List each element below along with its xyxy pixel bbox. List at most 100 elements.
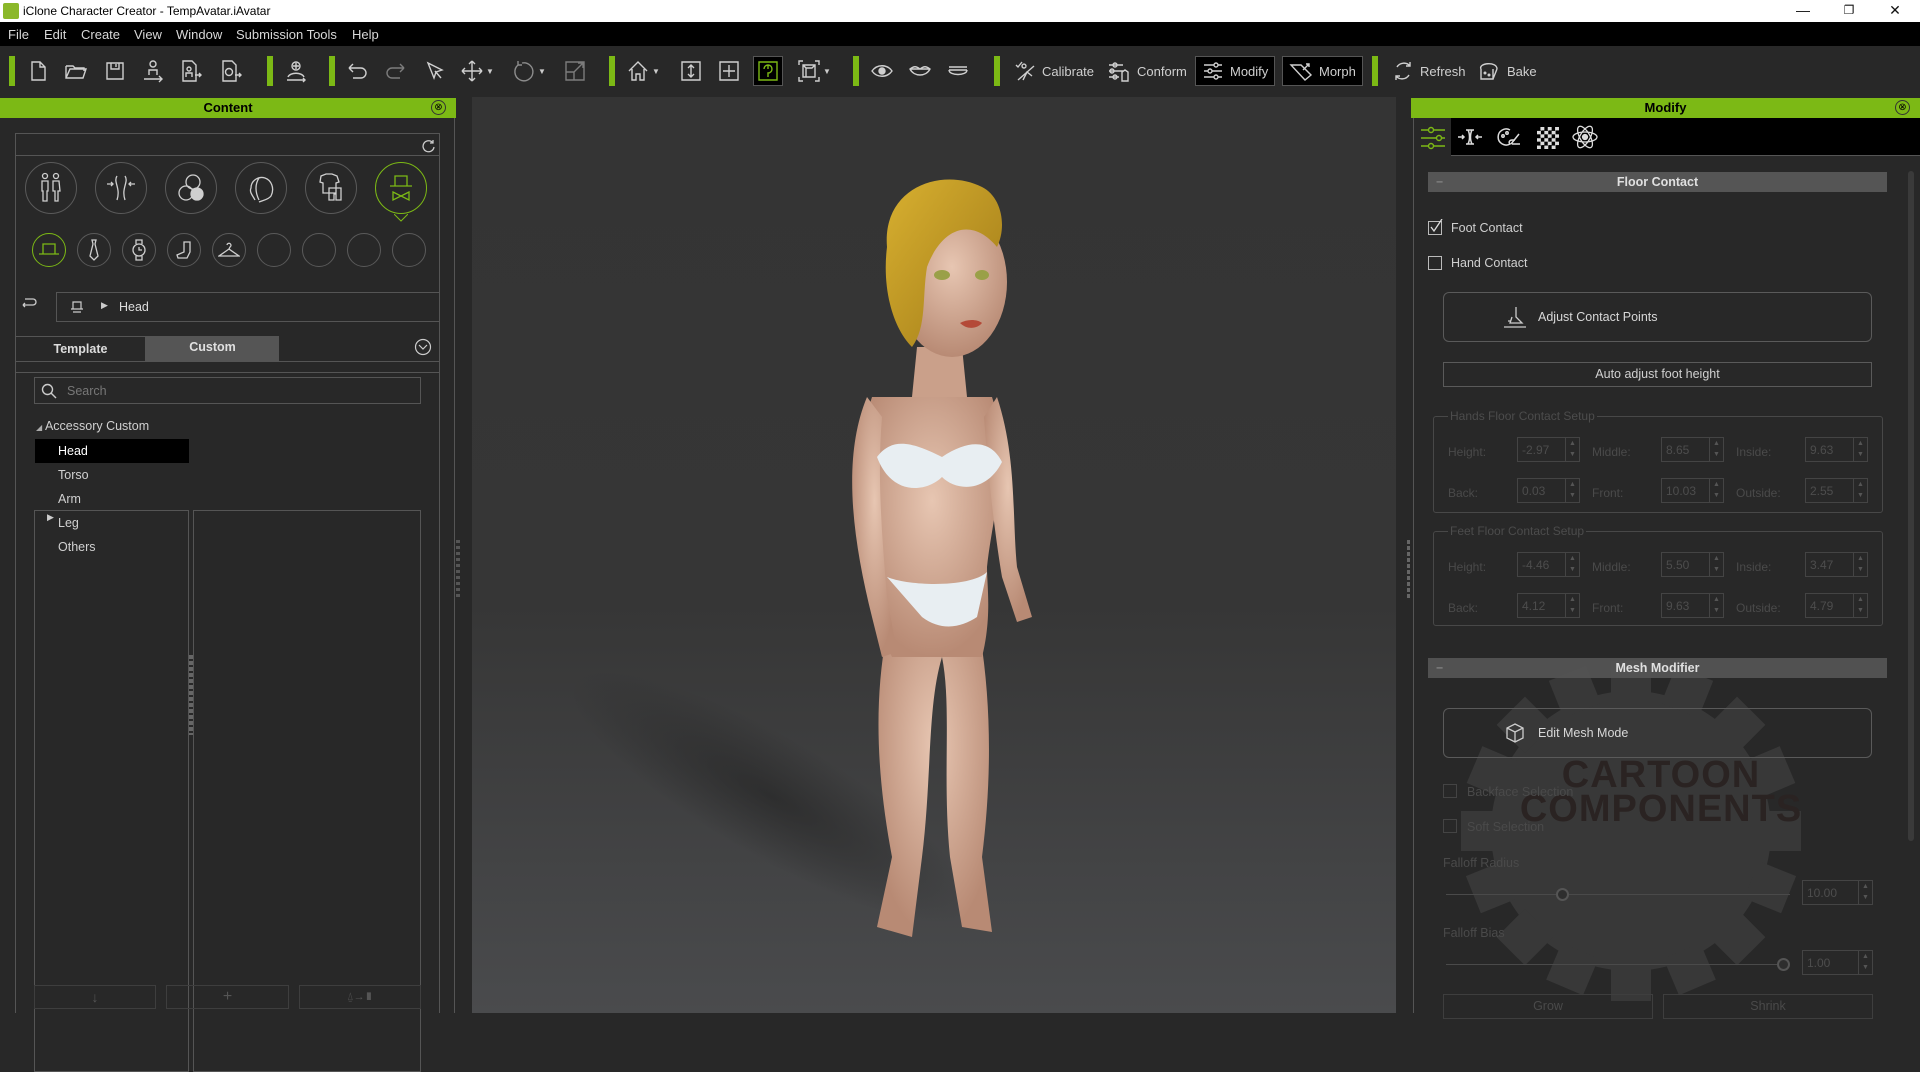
new-file-button[interactable] <box>28 58 48 84</box>
hands-inside-spinbox[interactable]: 9.63 ▲ ▼ <box>1805 437 1868 462</box>
category-body-morph-button[interactable] <box>95 162 147 214</box>
floor-contact-header[interactable]: − Floor Contact <box>1428 172 1887 192</box>
feet-back-spinbox[interactable]: 4.12 ▲ ▼ <box>1517 593 1580 618</box>
falloff-bias-slider-track[interactable] <box>1446 964 1790 965</box>
conform-button[interactable]: Conform <box>1103 58 1191 84</box>
category-head-button[interactable] <box>235 162 287 214</box>
backface-selection-checkbox[interactable] <box>1443 784 1457 798</box>
back-icon[interactable] <box>20 296 38 310</box>
spin-arrows-icon[interactable]: ▲ ▼ <box>1565 594 1579 617</box>
export-object-button[interactable] <box>220 58 244 84</box>
teeth-button[interactable] <box>946 58 970 84</box>
home-view-button[interactable]: ▼ <box>626 58 660 84</box>
material-palette-tab-icon[interactable] <box>1496 126 1522 148</box>
tab-custom[interactable]: Custom <box>146 336 279 361</box>
spin-arrows-icon[interactable]: ▲ ▼ <box>1858 881 1872 904</box>
spin-arrows-icon[interactable]: ▲ ▼ <box>1853 438 1867 461</box>
left-splitter-handle[interactable] <box>456 540 460 600</box>
character-model[interactable] <box>472 97 1396 1013</box>
falloff-radius-spinbox[interactable]: 10.00 ▲ ▼ <box>1802 880 1873 905</box>
refresh-icon[interactable] <box>422 139 436 153</box>
grow-button[interactable]: Grow <box>1443 994 1653 1019</box>
accessory-crumb-icon[interactable] <box>71 300 83 314</box>
frame-object-button[interactable]: ▼ <box>797 58 831 84</box>
tree-item-arm[interactable]: Arm <box>35 487 189 511</box>
subcategory-hat-button[interactable] <box>32 233 66 267</box>
pick-parent-button[interactable] <box>753 56 783 86</box>
fit-height-button[interactable] <box>680 58 702 84</box>
tree-item-torso[interactable]: Torso <box>35 463 189 487</box>
tree-root[interactable]: ◢ Accessory Custom <box>36 419 149 433</box>
category-accessory-button[interactable] <box>375 162 427 214</box>
import-character-button[interactable] <box>284 58 310 84</box>
modify-button[interactable]: Modify <box>1195 56 1276 86</box>
move-tool-button[interactable]: ▼ <box>460 58 494 84</box>
menu-file[interactable]: File <box>8 27 29 42</box>
breadcrumb-current[interactable]: Head <box>119 300 149 314</box>
foot-contact-checkbox[interactable] <box>1428 219 1443 235</box>
splitter-handle[interactable] <box>189 655 193 735</box>
spin-arrows-icon[interactable]: ▲ ▼ <box>1858 951 1872 974</box>
subcategory-hanger-button[interactable] <box>212 233 246 267</box>
calibrate-button[interactable]: Calibrate <box>1010 58 1098 84</box>
hands-middle-spinbox[interactable]: 8.65 ▲ ▼ <box>1661 437 1724 462</box>
panel-close-icon[interactable]: ⊗ <box>1895 100 1910 115</box>
select-tool-button[interactable] <box>424 58 444 84</box>
spin-arrows-icon[interactable]: ▲ ▼ <box>1565 479 1579 502</box>
spin-arrows-icon[interactable]: ▲ ▼ <box>1709 479 1723 502</box>
close-button[interactable]: ✕ <box>1872 0 1918 22</box>
subcategory-watch-button[interactable] <box>122 233 156 267</box>
menu-edit[interactable]: Edit <box>44 27 66 42</box>
category-character-button[interactable] <box>25 162 77 214</box>
feet-front-spinbox[interactable]: 9.63 ▲ ▼ <box>1661 593 1724 618</box>
shrink-button[interactable]: Shrink <box>1663 994 1873 1019</box>
lips-button[interactable] <box>908 58 932 84</box>
hands-height-spinbox[interactable]: -2.97 ▲ ▼ <box>1517 437 1580 462</box>
hands-front-spinbox[interactable]: 10.03 ▲ ▼ <box>1661 478 1724 503</box>
subcategory-tie-button[interactable] <box>77 233 111 267</box>
feet-inside-spinbox[interactable]: 3.47 ▲ ▼ <box>1805 552 1868 577</box>
right-splitter-handle[interactable] <box>1407 540 1410 600</box>
add-button[interactable]: + <box>166 985 289 1009</box>
tab-parameters[interactable] <box>1414 118 1451 156</box>
menu-view[interactable]: View <box>134 27 162 42</box>
spin-arrows-icon[interactable]: ▲ ▼ <box>1709 438 1723 461</box>
menu-submission-tools[interactable]: Submission Tools <box>236 27 337 42</box>
menu-create[interactable]: Create <box>81 27 120 42</box>
morph-slider-tab-icon[interactable] <box>1456 127 1484 147</box>
visibility-button[interactable] <box>870 58 894 84</box>
tree-item-head[interactable]: Head <box>35 439 189 463</box>
category-clothing-button[interactable] <box>305 162 357 214</box>
chevron-down-icon[interactable] <box>414 338 432 356</box>
rotate-tool-button[interactable]: ▼ <box>512 58 546 84</box>
tree-item-leg[interactable]: Leg <box>35 511 189 535</box>
edit-mesh-mode-button[interactable]: Edit Mesh Mode <box>1443 708 1872 758</box>
panel-close-icon[interactable]: ⊗ <box>431 100 446 115</box>
export-avatar-button[interactable] <box>142 58 164 84</box>
export-character-button[interactable] <box>180 58 204 84</box>
redo-button[interactable] <box>384 58 408 84</box>
fit-all-button[interactable] <box>718 58 740 84</box>
subcategory-shoes-button[interactable] <box>167 233 201 267</box>
vertical-scrollbar[interactable] <box>1908 171 1914 841</box>
3d-viewport[interactable] <box>472 97 1396 1013</box>
save-button[interactable] <box>104 58 126 84</box>
spin-arrows-icon[interactable]: ▲ ▼ <box>1853 553 1867 576</box>
menu-window[interactable]: Window <box>176 27 222 42</box>
hands-back-spinbox[interactable]: 0.03 ▲ ▼ <box>1517 478 1580 503</box>
feet-height-spinbox[interactable]: -4.46 ▲ ▼ <box>1517 552 1580 577</box>
falloff-bias-spinbox[interactable]: 1.00 ▲ ▼ <box>1802 950 1873 975</box>
search-input[interactable]: Search <box>34 377 421 404</box>
morph-button[interactable]: Morph <box>1282 56 1363 86</box>
maximize-button[interactable]: ❐ <box>1826 0 1872 22</box>
spin-arrows-icon[interactable]: ▲ ▼ <box>1709 594 1723 617</box>
download-button[interactable]: ↓ <box>34 985 156 1009</box>
open-file-button[interactable] <box>64 58 88 84</box>
adjust-contact-points-button[interactable]: Adjust Contact Points <box>1443 292 1872 342</box>
hands-outside-spinbox[interactable]: 2.55 ▲ ▼ <box>1805 478 1868 503</box>
undo-button[interactable] <box>345 58 369 84</box>
spin-arrows-icon[interactable]: ▲ ▼ <box>1565 438 1579 461</box>
falloff-radius-slider-track[interactable] <box>1446 894 1790 895</box>
bake-button[interactable]: Bake <box>1473 58 1541 84</box>
tab-template[interactable]: Template <box>15 336 146 361</box>
